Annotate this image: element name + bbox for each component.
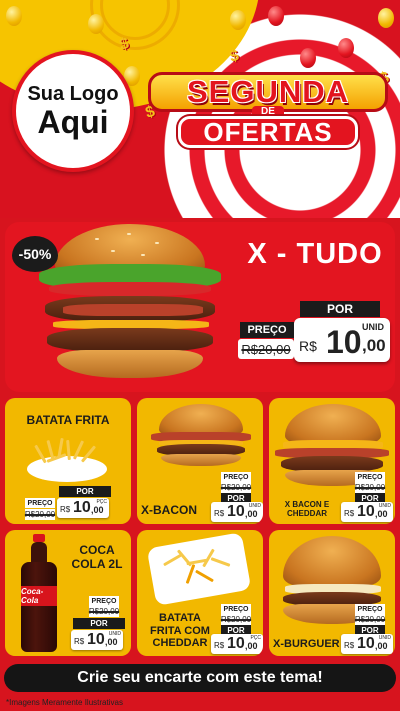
old-price-label: PREÇO	[221, 604, 251, 614]
old-price-value: R$20,00	[354, 483, 386, 492]
dollar-icon: $	[227, 47, 241, 66]
old-price: R$20,00	[89, 606, 119, 617]
currency-symbol: R$	[214, 641, 225, 650]
old-price-value: R$20,00	[220, 483, 252, 492]
old-price-value: R$20,00	[24, 510, 56, 519]
product-card-x-bacon-cheddar[interactable]: X BACON E CHEDDAR PREÇO R$20,00 POR UNID…	[269, 398, 395, 524]
featured-product-name: X - TUDO	[247, 238, 383, 270]
product-name: BATATA FRITA	[26, 413, 110, 427]
product-price: UNID R$ 10 ,00	[211, 502, 263, 522]
price-cents: ,00	[105, 637, 118, 647]
currency-symbol: R$	[299, 338, 317, 354]
fries-plate-icon	[146, 532, 252, 606]
balloon-icon	[378, 8, 394, 28]
balloon-icon	[88, 14, 104, 34]
price-integer: 10	[87, 631, 105, 648]
old-price: R$20,00	[221, 614, 251, 625]
old-price-label: PREÇO	[240, 322, 294, 338]
campaign-title: SEGUNDA DE OFERTAS	[148, 72, 388, 152]
product-price: PÇC R$ 10 ,00	[57, 498, 109, 518]
product-name: X-BACON	[141, 503, 197, 517]
product-card-batata-cheddar[interactable]: BATATA FRITA COM CHEDDAR PREÇO R$20,00 P…	[137, 530, 263, 656]
old-price: R$20,00	[355, 614, 385, 625]
product-card-x-burguer[interactable]: X-BURGUER PREÇO R$20,00 POR UNID R$ 10 ,…	[269, 530, 395, 656]
balloon-icon	[268, 6, 284, 26]
discount-badge: -50%	[12, 236, 58, 272]
currency-symbol: R$	[74, 637, 85, 646]
old-price-value: R$20,00	[354, 615, 386, 624]
balloon-icon	[300, 48, 316, 68]
old-price-value: R$20,00	[241, 341, 291, 357]
product-price: UNID R$ 10 ,00	[341, 502, 393, 522]
currency-symbol: R$	[344, 641, 355, 650]
old-price: R$20,00	[221, 482, 251, 493]
price-integer: 10	[227, 635, 245, 652]
title-line1: SEGUNDA	[186, 74, 349, 109]
price-cents: ,00	[375, 509, 388, 519]
fries-icon	[27, 456, 107, 482]
price-integer: 10	[227, 503, 245, 520]
title-line2: OFERTAS	[203, 116, 333, 147]
title-banner-bottom: OFERTAS	[178, 116, 358, 148]
currency-symbol: R$	[60, 505, 71, 514]
old-price-label: PREÇO	[89, 596, 119, 606]
featured-price: UNID R$ 10 ,00	[294, 318, 390, 362]
price-cents: ,00	[375, 641, 388, 651]
old-price-label: PREÇO	[355, 472, 385, 482]
price-cents: ,00	[245, 509, 258, 519]
balloon-icon	[230, 10, 246, 30]
old-price: R$20,00	[355, 482, 385, 493]
product-card-batata-frita[interactable]: BATATA FRITA PREÇO R$20,00 POR PÇC R$ 10…	[5, 398, 131, 524]
old-price-label: PREÇO	[25, 498, 55, 508]
soda-bottle-icon: Coca-Cola	[19, 534, 59, 654]
product-price: UNID R$ 10 ,00	[341, 634, 393, 654]
unit-label: UNID	[362, 322, 384, 332]
currency-symbol: R$	[344, 509, 355, 518]
product-name: X BACON E CHEDDAR	[284, 500, 330, 519]
price-integer: 10	[357, 635, 375, 652]
balloon-icon	[6, 6, 22, 26]
price-integer: 10	[357, 503, 375, 520]
old-price: R$20,00	[25, 509, 55, 520]
old-price-label: PREÇO	[221, 472, 251, 482]
old-price-label: PREÇO	[355, 604, 385, 614]
new-price-label: POR	[59, 486, 111, 497]
product-card-coca-cola[interactable]: Coca-Cola COCA COLA 2L PREÇO R$20,00 POR…	[5, 530, 131, 656]
old-price-value: R$20,00	[220, 615, 252, 624]
create-flyer-button[interactable]: Crie seu encarte com este tema!	[4, 664, 396, 692]
product-price: UNID R$ 10 ,00	[71, 630, 123, 650]
balloon-icon	[338, 38, 354, 58]
logo-text: Aqui	[37, 104, 109, 140]
hamburger-icon	[35, 224, 225, 388]
price-integer: 10	[326, 324, 362, 360]
disclaimer: *Imagens Meramente Ilustrativas	[6, 698, 123, 707]
old-price-value: R$20,00	[88, 607, 120, 616]
old-price: R$20,00	[238, 339, 294, 359]
header-banner: $ $ $ $ $ Sua Logo Aqui SEGUNDA DE OFERT…	[0, 0, 400, 220]
product-name: BATATA FRITA COM CHEDDAR	[150, 612, 210, 650]
new-price-label: POR	[73, 618, 125, 629]
price-cents: ,00	[91, 505, 104, 515]
price-cents: ,00	[245, 641, 258, 651]
price-cents: ,00	[362, 336, 386, 355]
bottle-label: Coca-Cola	[21, 586, 57, 606]
product-name: COCA COLA 2L	[71, 543, 123, 571]
currency-symbol: R$	[214, 509, 225, 518]
logo-text: Sua Logo	[27, 83, 119, 105]
new-price-label: POR	[300, 301, 380, 317]
product-card-x-bacon[interactable]: X-BACON PREÇO R$20,00 POR UNID R$ 10 ,00	[137, 398, 263, 524]
logo-placeholder[interactable]: Sua Logo Aqui	[12, 50, 134, 172]
product-price: PÇC R$ 10 ,00	[211, 634, 263, 654]
product-name: X-BURGUER	[273, 638, 340, 650]
price-integer: 10	[73, 499, 91, 516]
hamburger-icon	[151, 404, 251, 466]
